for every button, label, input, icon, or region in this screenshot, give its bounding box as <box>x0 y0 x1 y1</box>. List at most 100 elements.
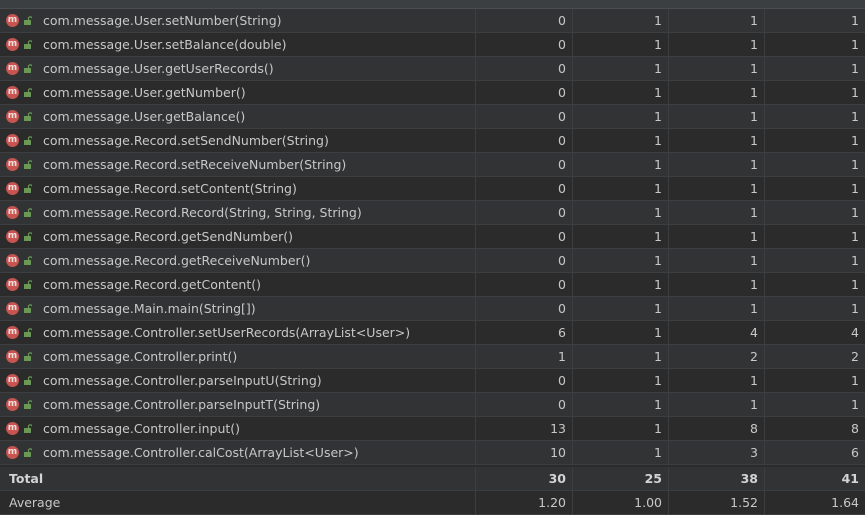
method-name: com.message.User.setNumber(String) <box>43 13 282 28</box>
table-row[interactable]: m com.message.User.getNumber() 0 1 1 1 <box>0 81 865 105</box>
method-name: com.message.User.setBalance(double) <box>43 37 287 52</box>
table-row[interactable]: m com.message.Record.setReceiveNumber(Str… <box>0 153 865 177</box>
average-row[interactable]: Average 1.20 1.00 1.52 1.64 <box>0 491 865 515</box>
method-icon: m <box>6 398 19 411</box>
method-cell: m com.message.Main.main(String[]) <box>0 297 476 320</box>
table-row[interactable]: m com.message.User.getBalance() 0 1 1 1 <box>0 105 865 129</box>
method-name: com.message.User.getNumber() <box>43 85 246 100</box>
ev-value: 0 <box>476 129 573 152</box>
public-access-icon <box>24 328 32 337</box>
method-cell: m com.message.User.getBalance() <box>0 105 476 128</box>
table-row[interactable]: m com.message.Record.getContent() 0 1 1 1 <box>0 273 865 297</box>
iv-value: 1 <box>573 201 669 224</box>
ev-value: 0 <box>476 393 573 416</box>
method-icon: m <box>6 326 19 339</box>
method-name: com.message.Main.main(String[]) <box>43 301 256 316</box>
method-cell: m com.message.User.setNumber(String) <box>0 9 476 32</box>
table-row[interactable]: m com.message.Record.Record(String, Strin… <box>0 201 865 225</box>
iv-value: 1 <box>573 57 669 80</box>
metrics-table: m com.message.User.setNumber(String) 0 1 1 1 m… <box>0 0 865 515</box>
iv-value: 1 <box>573 393 669 416</box>
public-access-icon <box>24 112 32 121</box>
method-cell: m com.message.Controller.print() <box>0 345 476 368</box>
method-icon: m <box>6 182 19 195</box>
method-name: com.message.Record.getContent() <box>43 277 261 292</box>
table-row[interactable]: m com.message.Controller.print() 1 1 2 2 <box>0 345 865 369</box>
v-value: 2 <box>669 345 765 368</box>
average-cogc: 1.64 <box>831 495 859 510</box>
method-icon: m <box>6 38 19 51</box>
total-iv: 25 <box>573 467 669 490</box>
method-name: com.message.Controller.input() <box>43 421 241 436</box>
iv-value: 1 <box>573 177 669 200</box>
ev-value: 1 <box>476 345 573 368</box>
table-row[interactable]: m com.message.Record.getSendNumber() 0 1 1 1 <box>0 225 865 249</box>
v-value: 4 <box>669 321 765 344</box>
cogc-value: 4 <box>851 325 859 340</box>
method-name: com.message.Controller.print() <box>43 349 238 364</box>
v-value: 1 <box>669 57 765 80</box>
method-icon: m <box>6 422 19 435</box>
iv-value: 1 <box>573 369 669 392</box>
public-access-icon <box>24 448 32 457</box>
v-value: 1 <box>669 153 765 176</box>
table-row[interactable]: m com.message.User.setBalance(double) 0 1 1 1 <box>0 33 865 57</box>
method-icon: m <box>6 302 19 315</box>
method-name: com.message.Controller.parseInputU(Strin… <box>43 373 322 388</box>
cogc-value: 1 <box>851 229 859 244</box>
cogc-value: 1 <box>851 157 859 172</box>
v-value: 1 <box>669 177 765 200</box>
v-value: 1 <box>669 393 765 416</box>
cogc-value: 1 <box>851 301 859 316</box>
table-row[interactable]: m com.message.User.setNumber(String) 0 1 1 1 <box>0 9 865 33</box>
cogc-value: 1 <box>851 13 859 28</box>
table-row[interactable]: m com.message.User.getUserRecords() 0 1 1 1 <box>0 57 865 81</box>
ev-value: 0 <box>476 57 573 80</box>
method-icon: m <box>6 158 19 171</box>
table-row[interactable]: m com.message.Record.setContent(String) 0 1… <box>0 177 865 201</box>
public-access-icon <box>24 232 32 241</box>
table-row[interactable]: m com.message.Record.getReceiveNumber() 0 1… <box>0 249 865 273</box>
cogc-value: 1 <box>851 373 859 388</box>
method-cell: m com.message.Record.getReceiveNumber() <box>0 249 476 272</box>
v-value: 1 <box>669 249 765 272</box>
total-row[interactable]: Total 30 25 38 41 <box>0 467 865 491</box>
v-value: 1 <box>669 273 765 296</box>
public-access-icon <box>24 376 32 385</box>
method-name: com.message.Record.getSendNumber() <box>43 229 293 244</box>
table-row[interactable]: m com.message.Controller.input() 13 1 8 8 <box>0 417 865 441</box>
v-value: 1 <box>669 105 765 128</box>
method-icon: m <box>6 86 19 99</box>
ev-value: 0 <box>476 9 573 32</box>
ev-value: 0 <box>476 153 573 176</box>
cogc-value: 1 <box>851 133 859 148</box>
cogc-value: 1 <box>851 253 859 268</box>
cogc-value: 1 <box>851 397 859 412</box>
iv-value: 1 <box>573 225 669 248</box>
table-row[interactable]: m com.message.Record.setSendNumber(String… <box>0 129 865 153</box>
ev-value: 10 <box>476 441 573 464</box>
iv-value: 1 <box>573 417 669 440</box>
method-name: com.message.User.getUserRecords() <box>43 61 274 76</box>
method-cell: m com.message.Controller.input() <box>0 417 476 440</box>
public-access-icon <box>24 184 32 193</box>
table-row[interactable]: m com.message.Controller.setUserRecords(A… <box>0 321 865 345</box>
ev-value: 0 <box>476 369 573 392</box>
table-row[interactable]: m com.message.Main.main(String[]) 0 1 1 1 <box>0 297 865 321</box>
cogc-value: 1 <box>851 61 859 76</box>
ev-value: 0 <box>476 33 573 56</box>
ev-value: 0 <box>476 225 573 248</box>
v-value: 1 <box>669 33 765 56</box>
method-icon: m <box>6 14 19 27</box>
ev-value: 0 <box>476 105 573 128</box>
method-icon: m <box>6 230 19 243</box>
public-access-icon <box>24 40 32 49</box>
method-cell: m com.message.Record.setReceiveNumber(Str… <box>0 153 476 176</box>
table-row[interactable]: m com.message.Controller.parseInputU(Stri… <box>0 369 865 393</box>
v-value: 1 <box>669 81 765 104</box>
public-access-icon <box>24 400 32 409</box>
table-row[interactable]: m com.message.Controller.calCost(ArrayLis… <box>0 441 865 465</box>
table-row[interactable]: m com.message.Controller.parseInputT(Stri… <box>0 393 865 417</box>
method-icon: m <box>6 350 19 363</box>
method-cell: m com.message.Record.Record(String, Strin… <box>0 201 476 224</box>
